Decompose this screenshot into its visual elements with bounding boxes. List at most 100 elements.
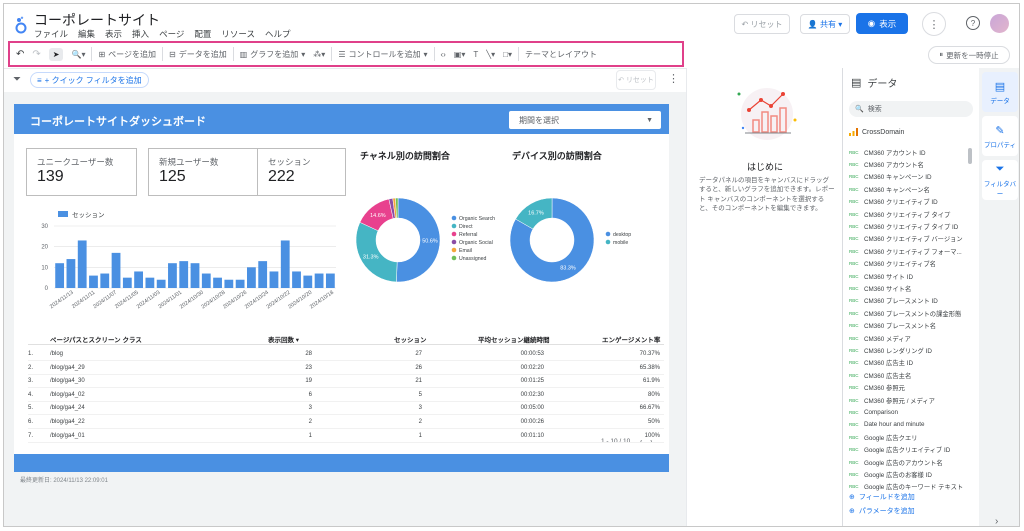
data-source-item[interactable]: CrossDomain: [849, 128, 904, 136]
field-item[interactable]: RBC CM360 広告主 ID: [849, 357, 973, 369]
table-row[interactable]: 7. /blog/ga4_01 1 1 00:01:10 100%: [28, 430, 664, 443]
field-item[interactable]: RBC CM360 キャンペーン名: [849, 183, 973, 195]
community-viz-icon[interactable]: ⁂▾: [313, 50, 325, 59]
table-row[interactable]: 1. /blog 28 27 00:00:53 70.37%: [28, 348, 664, 361]
rail-data-button[interactable]: ▤ データ: [982, 72, 1018, 112]
undo-icon[interactable]: ↶: [16, 49, 24, 60]
add-field-button[interactable]: ⊕ フィールドを追加: [849, 492, 915, 502]
field-search-input[interactable]: 🔍 検索: [849, 101, 973, 117]
text-icon[interactable]: T: [473, 50, 478, 59]
field-item[interactable]: RBC CM360 クリエイティブ タイプ: [849, 208, 973, 220]
bar[interactable]: [325, 273, 335, 288]
field-item[interactable]: RBC CM360 サイト名: [849, 282, 973, 294]
quick-filter-button[interactable]: ≡ + クイック フィルタを追加: [30, 72, 149, 88]
table-row[interactable]: 3. /blog/ga4_30 19 21 00:01:25 61.9%: [28, 375, 664, 389]
field-item[interactable]: RBC CM360 広告主名: [849, 369, 973, 381]
menu-view[interactable]: 表示: [105, 28, 122, 40]
field-item[interactable]: RBC CM360 クリエイティブ名: [849, 258, 973, 270]
more-menu-button[interactable]: ⋮: [922, 12, 946, 36]
bar[interactable]: [111, 252, 121, 288]
image-icon[interactable]: ▣▾: [454, 50, 466, 59]
field-item[interactable]: RBC CM360 レンダリング ID: [849, 344, 973, 356]
field-item[interactable]: RBC CM360 クリエイティブ ID: [849, 196, 973, 208]
field-item[interactable]: RBC Comparison: [849, 406, 973, 418]
col-page-path[interactable]: ページパスとスクリーン クラス: [50, 334, 142, 344]
bar[interactable]: [66, 259, 76, 288]
add-chart-button[interactable]: ▥ グラフを追加 ▾: [240, 49, 306, 60]
share-button[interactable]: 👤 共有 ▾: [800, 14, 850, 34]
bar[interactable]: [280, 240, 290, 288]
bar[interactable]: [247, 267, 256, 288]
bar[interactable]: [235, 279, 245, 288]
zoom-icon[interactable]: 🔍▾: [71, 50, 85, 59]
table-row[interactable]: 5. /blog/ga4_24 3 3 00:05:00 66.67%: [28, 402, 664, 416]
bar[interactable]: [190, 263, 200, 288]
col-views[interactable]: 表示回数 ▾: [268, 334, 299, 344]
field-item[interactable]: RBC CM360 参照元 / メディア: [849, 394, 973, 406]
bar[interactable]: [100, 273, 110, 288]
field-item[interactable]: RBC CM360 アカウント ID: [849, 146, 973, 158]
filter-more-icon[interactable]: ⋮: [668, 72, 679, 85]
avatar[interactable]: [990, 14, 1009, 33]
field-item[interactable]: RBC CM360 メディア: [849, 332, 973, 344]
field-item[interactable]: RBC CM360 クリエイティブ フォーマ...: [849, 245, 973, 257]
add-data-button[interactable]: ⊟ データを追加: [169, 49, 227, 60]
field-item[interactable]: RBC CM360 参照元: [849, 382, 973, 394]
field-item[interactable]: RBC Google 広告のアカウント名: [849, 456, 973, 468]
menu-page[interactable]: ページ: [159, 28, 184, 40]
bar[interactable]: [292, 271, 301, 288]
field-item[interactable]: RBC CM360 プレースメント ID: [849, 295, 973, 307]
device-donut-chart[interactable]: 83.3% 16.7% desktop mobile: [510, 190, 660, 290]
rail-filter-bar-button[interactable]: ⏷ フィルタバー: [982, 160, 1018, 200]
table-row[interactable]: 4. /blog/ga4_02 6 5 00:02:30 80%: [28, 389, 664, 402]
bar[interactable]: [213, 277, 222, 288]
redo-icon[interactable]: ↷: [32, 49, 40, 60]
bar[interactable]: [224, 279, 234, 288]
kpi-new-users[interactable]: 新規ユーザー数 125: [148, 148, 259, 196]
field-item[interactable]: RBC Google 広告のお客様 ID: [849, 468, 973, 480]
collapse-chevron-icon[interactable]: ›: [995, 516, 998, 526]
field-item[interactable]: RBC CM360 プレースメントの課金形態: [849, 307, 973, 319]
field-item[interactable]: RBC Google 広告クリエイティブ ID: [849, 444, 973, 456]
theme-layout-button[interactable]: テーマとレイアウト: [525, 49, 597, 60]
bar[interactable]: [145, 277, 155, 288]
kpi-unique-users[interactable]: ユニークユーザー数 139: [26, 148, 137, 196]
add-control-button[interactable]: ☰ コントロールを追加 ▾: [338, 49, 427, 60]
bar[interactable]: [303, 275, 313, 288]
bar[interactable]: [201, 273, 211, 288]
line-icon[interactable]: ╲▾: [486, 50, 495, 59]
col-sessions[interactable]: セッション: [394, 334, 427, 344]
table-row[interactable]: 6. /blog/ga4_22 2 2 00:00:26 50%: [28, 416, 664, 429]
bar[interactable]: [89, 275, 98, 288]
menu-arrange[interactable]: 配置: [194, 28, 211, 40]
report-page[interactable]: コーポレートサイトダッシュボード 期間を選択 ▼ ユニークユーザー数 139 新…: [14, 104, 669, 472]
filter-reset-button[interactable]: ↶ リセット: [616, 70, 656, 90]
view-button[interactable]: ◉ 表示: [856, 13, 908, 34]
pie-slice[interactable]: [356, 221, 398, 283]
channel-donut-chart[interactable]: 50.6% 31.3% 14.6% Organic Search Direct Refer…: [356, 190, 506, 290]
bar[interactable]: [55, 263, 65, 288]
filter-icon[interactable]: ⏷: [13, 74, 21, 85]
col-engagement[interactable]: エンゲージメント率: [602, 334, 660, 344]
bar[interactable]: [269, 271, 279, 288]
select-pointer-icon[interactable]: ➤: [48, 47, 64, 61]
field-item[interactable]: RBC CM360 クリエイティブ バージョン: [849, 233, 973, 245]
bar[interactable]: [156, 279, 166, 288]
field-item[interactable]: RBC Google 広告クエリ: [849, 431, 973, 443]
bar[interactable]: [168, 263, 177, 288]
menu-insert[interactable]: 挿入: [132, 28, 149, 40]
bar[interactable]: [258, 261, 268, 288]
col-avg-duration[interactable]: 平均セッション継続時間: [478, 334, 550, 344]
table-row[interactable]: 2. /blog/ga4_29 23 26 00:02:20 65.38%: [28, 362, 664, 375]
bar[interactable]: [77, 240, 87, 288]
shape-icon[interactable]: □▾: [503, 50, 512, 59]
report-name[interactable]: コーポレートサイト: [34, 10, 160, 30]
add-parameter-button[interactable]: ⊕ パラメータを追加: [849, 506, 915, 516]
bar[interactable]: [122, 277, 132, 288]
field-item[interactable]: RBC CM360 アカウント名: [849, 158, 973, 170]
sessions-bar-chart[interactable]: セッション01020302024/11/132024/11/112024/11/…: [24, 208, 340, 318]
field-item[interactable]: RBC CM360 クリエイティブ タイプ ID: [849, 220, 973, 232]
bar[interactable]: [314, 273, 324, 288]
bar[interactable]: [134, 271, 143, 288]
field-item[interactable]: RBC CM360 キャンペーン ID: [849, 171, 973, 183]
